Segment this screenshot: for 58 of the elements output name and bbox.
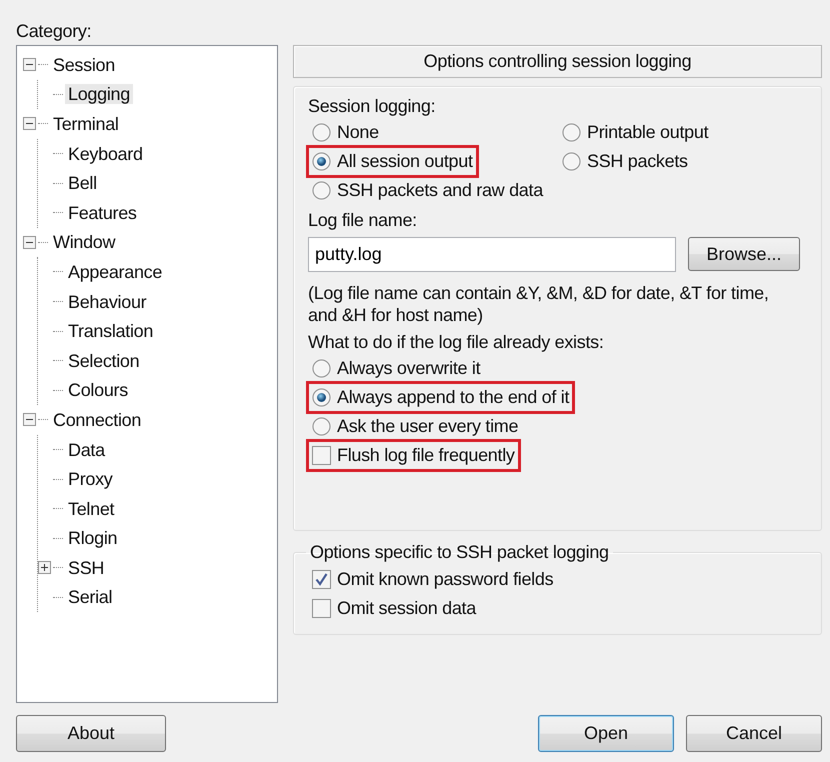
option-label: Flush log file frequently xyxy=(337,444,515,468)
tree-item[interactable]: Appearance xyxy=(65,262,166,282)
tree-item[interactable]: Logging xyxy=(65,84,133,104)
radio-button[interactable] xyxy=(562,152,581,172)
radio-button[interactable] xyxy=(312,359,331,378)
tree-item[interactable]: Proxy xyxy=(65,469,116,490)
tree-item[interactable]: Window xyxy=(50,232,118,252)
tree-item[interactable]: Colours xyxy=(65,380,131,400)
collapse-icon[interactable] xyxy=(23,58,36,72)
expand-icon[interactable] xyxy=(38,561,51,574)
option-label: Always append to the end of it xyxy=(337,386,570,410)
option-label: Always overwrite it xyxy=(337,357,480,380)
checkbox[interactable] xyxy=(312,599,331,618)
radio-button[interactable] xyxy=(312,181,331,200)
section-label: Session logging: xyxy=(308,95,436,118)
group-title: Options specific to SSH packet logging xyxy=(309,543,610,561)
collapse-icon[interactable] xyxy=(23,117,36,130)
dialog-button[interactable]: About xyxy=(16,715,166,752)
tree-item[interactable]: Bell xyxy=(65,173,100,194)
hint-text: (Log file name can contain &Y, &M, &D for date, &T for time, and &H for host name) xyxy=(308,282,770,327)
radio-button[interactable] xyxy=(312,152,331,172)
checkbox[interactable] xyxy=(312,570,331,589)
option-label: Printable output xyxy=(587,121,708,144)
tree-item[interactable]: Features xyxy=(65,202,140,223)
option-label: All session output xyxy=(337,150,473,174)
log-file-field[interactable]: putty.log xyxy=(308,236,676,272)
option-label: None xyxy=(337,121,379,144)
collapse-icon[interactable] xyxy=(23,413,36,426)
option-label: SSH packets and raw data xyxy=(337,179,543,202)
field-label: Log file name: xyxy=(308,209,417,232)
tree-item[interactable]: Connection xyxy=(50,410,144,430)
tree-item[interactable]: Selection xyxy=(65,350,142,371)
dialog-button[interactable]: Open xyxy=(538,715,674,752)
tree-item[interactable]: Telnet xyxy=(65,498,118,519)
tree-item[interactable]: Keyboard xyxy=(65,144,146,164)
option-label: Omit session data xyxy=(337,597,476,620)
checkbox[interactable] xyxy=(312,446,331,466)
radio-button[interactable] xyxy=(312,417,331,436)
option-label: Ask the user every time xyxy=(337,415,518,438)
radio-button[interactable] xyxy=(562,123,581,142)
tree-item[interactable]: Serial xyxy=(65,587,116,608)
radio-button[interactable] xyxy=(312,388,331,408)
tree-item[interactable]: SSH xyxy=(65,558,108,578)
option-label: SSH packets xyxy=(587,150,688,174)
panel-title: Options controlling session logging xyxy=(293,45,822,78)
tree-item[interactable]: Behaviour xyxy=(65,292,150,312)
tree-item[interactable]: Terminal xyxy=(50,114,122,134)
tree-item[interactable]: Rlogin xyxy=(65,528,120,548)
browse-button[interactable]: Browse... xyxy=(688,237,800,272)
tree-item[interactable]: Data xyxy=(65,440,108,460)
category-label: Category: xyxy=(16,20,92,43)
dialog-button[interactable]: Cancel xyxy=(686,715,822,752)
option-label: Omit known password fields xyxy=(337,568,554,591)
collapse-icon[interactable] xyxy=(23,236,36,249)
radio-button[interactable] xyxy=(312,123,331,142)
section-label: What to do if the log file already exists: xyxy=(308,330,604,354)
tree-item[interactable]: Translation xyxy=(65,321,156,342)
tree-item[interactable]: Session xyxy=(50,54,118,75)
